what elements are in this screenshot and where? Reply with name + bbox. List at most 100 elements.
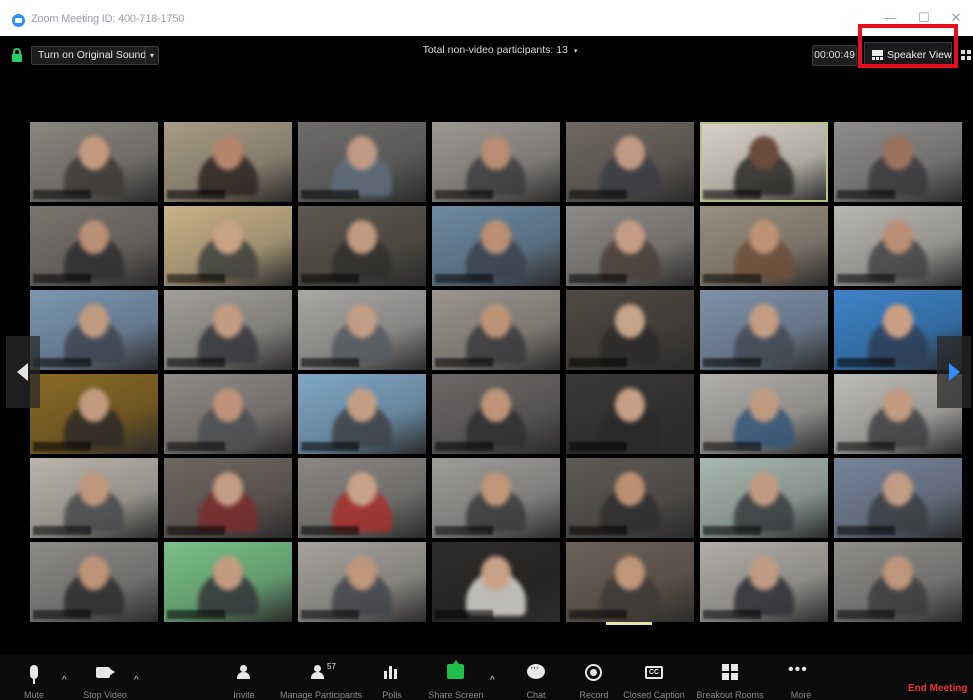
chevron-down-icon: ▾ [573,48,578,55]
video-tile[interactable] [566,206,694,286]
speaker-view-button[interactable]: Speaker View [864,42,952,68]
video-tile[interactable] [298,122,426,202]
video-tile[interactable] [432,542,560,622]
mute-button[interactable]: Mute [22,655,46,700]
participant-name-label [703,358,761,367]
previous-page-button[interactable] [6,336,40,408]
participant-face [749,220,779,254]
video-tile[interactable] [298,458,426,538]
invite-button[interactable]: Invite [232,655,256,700]
minimize-button[interactable]: — [876,8,904,28]
video-tile[interactable] [164,290,292,370]
participant-face [883,136,913,170]
breakout-rooms-button[interactable]: Breakout Rooms [696,655,764,700]
participant-face [213,472,243,506]
participant-name-label [301,526,359,535]
participant-name-label [703,274,761,283]
video-tile[interactable] [164,122,292,202]
participant-face [481,136,511,170]
video-tile[interactable] [30,122,158,202]
video-tile[interactable] [700,458,828,538]
chat-button[interactable]: Chat [524,655,548,700]
video-tile[interactable] [700,290,828,370]
gallery-toggle-icon[interactable] [961,50,971,62]
video-tile[interactable] [30,206,158,286]
video-tile-active-speaker[interactable] [700,122,828,202]
video-tile[interactable] [432,374,560,454]
manage-participants-button[interactable]: 57 Manage Participants [280,655,362,700]
video-tile[interactable] [164,542,292,622]
chat-label: Chat [526,690,546,700]
video-tile[interactable] [700,542,828,622]
video-tile[interactable] [298,290,426,370]
participant-face [883,556,913,590]
share-options-caret[interactable]: ^ [490,675,495,686]
polls-button[interactable]: Polls [380,655,404,700]
chevron-right-icon [949,363,960,381]
video-tile[interactable] [164,206,292,286]
video-tile[interactable] [30,374,158,454]
participant-face [615,472,645,506]
video-tile[interactable] [566,458,694,538]
video-tile[interactable] [834,122,962,202]
close-window-button[interactable]: ✕ [942,8,970,28]
participant-name-label [837,358,895,367]
video-tile[interactable] [432,122,560,202]
participant-face [79,136,109,170]
video-tile[interactable] [834,206,962,286]
participant-face [213,304,243,338]
participant-face [347,472,377,506]
participant-face [883,472,913,506]
participant-name-label [837,610,895,619]
more-label: More [790,690,812,700]
share-screen-button[interactable]: Share Screen [428,655,484,700]
video-tile[interactable] [298,542,426,622]
video-camera-icon [96,667,110,678]
video-tile[interactable] [298,206,426,286]
video-options-caret[interactable]: ^ [134,675,139,686]
video-tile[interactable] [298,374,426,454]
video-tile[interactable] [566,542,694,622]
participant-name-label [435,442,493,451]
video-tile[interactable] [30,458,158,538]
video-tile[interactable] [834,542,962,622]
video-tile[interactable] [30,542,158,622]
maximize-button[interactable]: ☐ [910,8,938,28]
lock-icon[interactable] [12,48,22,62]
video-tile[interactable] [566,374,694,454]
video-tile[interactable] [164,374,292,454]
participant-name-label [837,442,895,451]
next-page-button[interactable] [937,336,971,408]
video-tile[interactable] [432,290,560,370]
chat-bubble-icon [527,662,545,679]
participant-face [615,136,645,170]
record-button[interactable]: Record [579,655,609,700]
participant-face [749,136,779,170]
more-button[interactable]: ••• More [788,655,814,700]
original-sound-button[interactable]: Turn on Original Sound [31,46,154,65]
breakout-rooms-label: Breakout Rooms [696,690,764,700]
video-tile[interactable] [30,290,158,370]
video-tile[interactable] [566,290,694,370]
video-tile[interactable] [700,374,828,454]
participant-face [213,556,243,590]
video-tile[interactable] [566,122,694,202]
stop-video-button[interactable]: Stop Video [83,655,127,700]
video-tile[interactable] [164,458,292,538]
closed-caption-button[interactable]: CC Closed Caption [623,655,685,700]
participant-name-label [33,526,91,535]
participant-face [79,556,109,590]
end-meeting-button[interactable]: End Meeting [908,683,967,694]
participant-face [883,304,913,338]
video-tile[interactable] [432,206,560,286]
participant-face [213,220,243,254]
participant-name-label [569,610,627,619]
video-tile[interactable] [432,458,560,538]
audio-options-caret[interactable]: ^ [62,675,67,686]
video-gallery [30,122,964,622]
video-tile[interactable] [700,206,828,286]
non-video-participants-dropdown[interactable]: Total non-video participants: 13 ▾ [360,44,640,56]
original-sound-dropdown[interactable]: ▾ [145,46,159,65]
video-tile[interactable] [834,458,962,538]
participant-name-label [435,358,493,367]
